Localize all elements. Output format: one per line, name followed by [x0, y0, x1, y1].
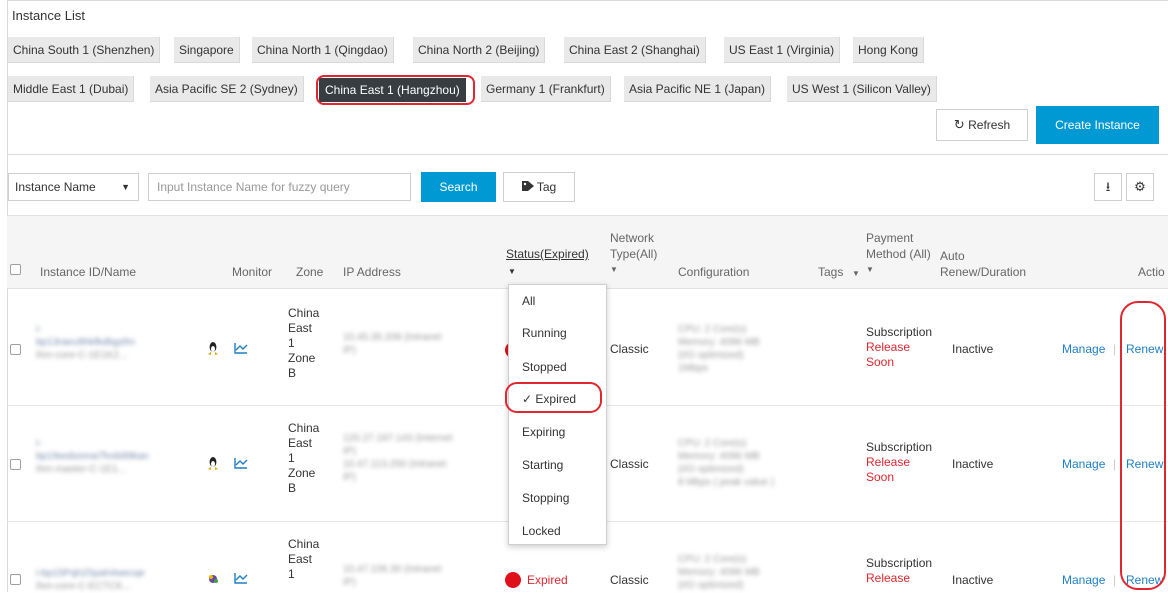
instance-id-link[interactable]: i-bp13raeu9hkfkdbgsfm ihm-core-C-1E1K2...	[36, 323, 135, 362]
refresh-button[interactable]: ↻ Refresh	[936, 109, 1028, 141]
column-instance-id: Instance ID/Name	[40, 265, 137, 279]
status-option-stopped[interactable]: Stopped	[522, 360, 567, 374]
configuration-cell: CPU: 2 Core(s) Memory: 4096 MB (I/O optimi…	[678, 554, 760, 591]
row-checkbox[interactable]	[10, 344, 21, 355]
status-filter-dropdown: All Running Stopped ✓ Expired Expiring S…	[508, 284, 607, 545]
chevron-down-icon: ▼	[610, 265, 618, 274]
status-option-expiring[interactable]: Expiring	[522, 425, 565, 439]
linux-icon	[206, 341, 220, 358]
row-checkbox[interactable]	[10, 574, 21, 585]
network-type-cell: Classic	[610, 342, 649, 356]
region-tab-qingdao[interactable]: China North 1 (Qingdao)	[252, 37, 394, 63]
region-tab-japan[interactable]: Asia Pacific NE 1 (Japan)	[624, 76, 772, 102]
region-tab-dubai[interactable]: Middle East 1 (Dubai)	[8, 76, 135, 102]
row-checkbox[interactable]	[10, 459, 21, 470]
column-auto-renew: Auto Renew/Duration	[940, 249, 1027, 279]
payment-cell: Subscription Release	[866, 556, 933, 585]
action-separator: |	[1113, 573, 1117, 587]
zone-cell: China East 1 Zone B	[288, 421, 320, 495]
region-tab-singapore[interactable]: Singapore	[174, 37, 240, 63]
status-option-stopping[interactable]: Stopping	[522, 491, 569, 505]
configuration-cell: CPU: 2 Core(s) Memory: 4096 MB (I/O optimi…	[678, 438, 775, 488]
auto-renew-cell: Inactive	[952, 342, 994, 356]
configuration-cell: CPU: 2 Core(s) Memory: 4096 MB (I/O optimi…	[678, 324, 760, 374]
monitor-chart-icon[interactable]	[234, 572, 248, 587]
region-tab-virginia[interactable]: US East 1 (Virginia)	[724, 37, 841, 63]
zone-cell: China East 1 Zone B	[288, 306, 320, 380]
suse-icon	[206, 572, 220, 589]
status-dot	[505, 572, 521, 588]
payment-cell: Subscription Release Soon	[866, 325, 933, 369]
instance-id-link[interactable]: i-bp19wsbzena7fvsb99kan ihm-master-C-1E1.…	[36, 437, 149, 476]
auto-renew-cell: Inactive	[952, 573, 994, 587]
renew-link[interactable]: Renew	[1126, 457, 1163, 472]
payment-cell: Subscription Release Soon	[866, 440, 933, 484]
status-option-expired[interactable]: ✓ Expired	[522, 392, 576, 406]
monitor-chart-icon[interactable]	[234, 457, 248, 472]
network-type-cell: Classic	[610, 573, 649, 587]
renew-link[interactable]: Renew	[1126, 342, 1163, 357]
divider	[7, 154, 1168, 155]
region-tab-frankfurt[interactable]: Germany 1 (Frankfurt)	[481, 76, 611, 102]
refresh-icon: ↻	[953, 117, 965, 132]
create-instance-button[interactable]: Create Instance	[1036, 106, 1159, 144]
action-separator: |	[1113, 342, 1117, 356]
ip-address-cell: 10.45.35.208 (Intranet IP)	[343, 332, 442, 356]
instance-id-link[interactable]: i-bp15Pqh2Spah4wecqe ihm-core-C-ECTCK...	[36, 567, 145, 593]
select-all-checkbox[interactable]	[10, 264, 21, 275]
export-icon[interactable]: ⭳	[1094, 173, 1122, 201]
tag-button[interactable]: Tag	[503, 172, 575, 202]
chevron-down-icon: ▼	[121, 182, 130, 192]
column-tags-caret[interactable]: ▼	[852, 264, 860, 282]
region-tab-shenzhen[interactable]: China South 1 (Shenzhen)	[8, 37, 161, 63]
linux-icon	[206, 456, 220, 473]
column-actions: Actio	[1138, 265, 1165, 279]
region-tab-hangzhou[interactable]: China East 1 (Hangzhou)	[319, 78, 466, 102]
column-zone: Zone	[296, 265, 324, 279]
column-ip-address: IP Address	[343, 265, 401, 279]
chevron-down-icon: ▼	[866, 265, 874, 274]
column-tags: Tags	[818, 265, 844, 279]
ip-address-cell: 10.47.106.30 (Intranet IP)	[343, 564, 442, 588]
column-configuration: Configuration	[678, 265, 750, 279]
column-monitor: Monitor	[232, 265, 273, 279]
manage-link[interactable]: Manage	[1062, 342, 1105, 357]
region-tab-shanghai[interactable]: China East 2 (Shanghai)	[564, 37, 706, 63]
region-tab-sydney[interactable]: Asia Pacific SE 2 (Sydney)	[150, 76, 304, 102]
manage-link[interactable]: Manage	[1062, 573, 1105, 588]
status-option-running[interactable]: Running	[522, 326, 567, 340]
check-icon: ✓	[522, 392, 533, 406]
auto-renew-cell: Inactive	[952, 457, 994, 471]
tag-icon	[521, 180, 537, 194]
renew-link[interactable]: Renew	[1126, 573, 1163, 588]
status-option-starting[interactable]: Starting	[522, 458, 563, 472]
ip-address-cell: 120.27.197.143 (Internet IP) 10.47.113.250…	[343, 433, 453, 483]
search-button[interactable]: Search	[421, 172, 496, 202]
zone-cell: China East 1	[288, 537, 320, 581]
monitor-chart-icon[interactable]	[234, 342, 248, 357]
column-payment-method[interactable]: Payment Method (All) ▼	[866, 230, 931, 278]
column-network-type[interactable]: Network Type(All) ▼	[610, 230, 657, 278]
manage-link[interactable]: Manage	[1062, 457, 1105, 472]
gear-icon[interactable]: ⚙	[1126, 173, 1154, 201]
status-option-all[interactable]: All	[522, 294, 535, 308]
filter-field-select[interactable]: Instance Name ▼	[8, 173, 139, 201]
region-tab-silicon-valley[interactable]: US West 1 (Silicon Valley)	[787, 76, 937, 102]
region-tab-beijing[interactable]: China North 2 (Beijing)	[413, 37, 546, 63]
region-tab-hongkong[interactable]: Hong Kong	[853, 37, 925, 63]
status-option-locked[interactable]: Locked	[522, 524, 561, 538]
status-filter-caret[interactable]: ▼	[508, 262, 516, 280]
status-cell: Expired	[527, 573, 568, 587]
network-type-cell: Classic	[610, 457, 649, 471]
action-separator: |	[1113, 457, 1117, 471]
frame-top-border	[7, 0, 1168, 1]
page-title: Instance List	[12, 8, 85, 23]
column-status[interactable]: Status(Expired)	[506, 246, 589, 262]
search-input[interactable]: Input Instance Name for fuzzy query	[148, 173, 411, 201]
